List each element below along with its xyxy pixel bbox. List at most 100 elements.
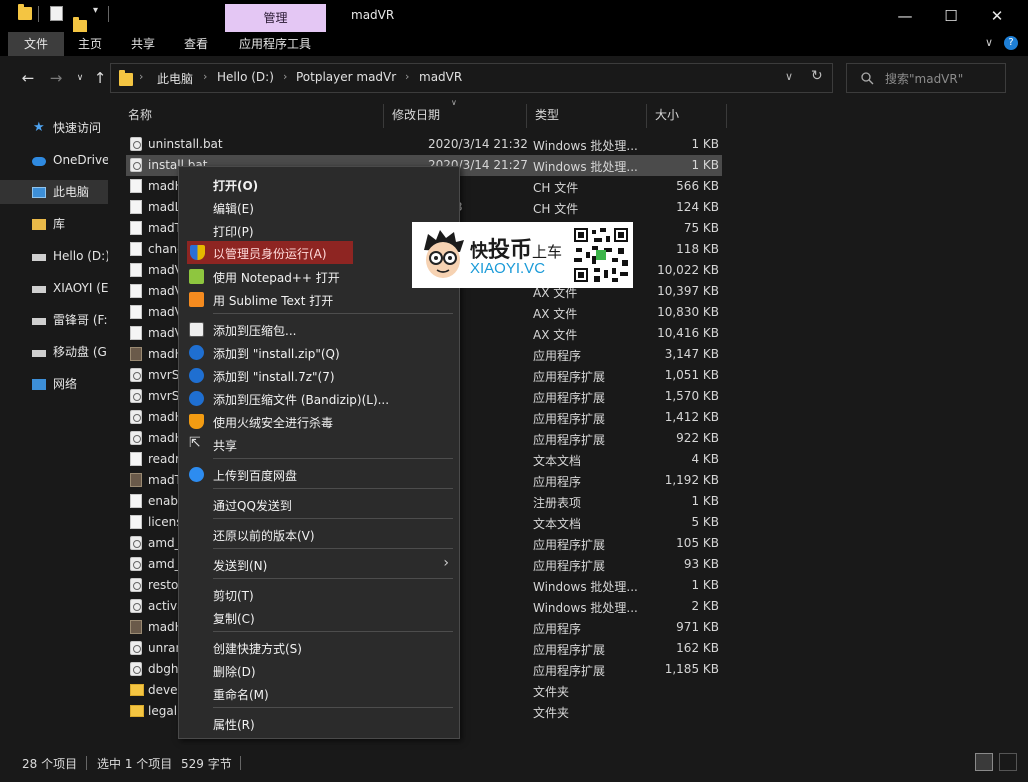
properties-icon[interactable]	[50, 6, 63, 21]
window-title: madVR	[351, 8, 395, 22]
menu-open[interactable]: 打开(O)	[179, 173, 459, 196]
nav-quick-access[interactable]: ★ 快速访问	[0, 116, 108, 140]
menu-add-bandizip[interactable]: 添加到压缩文件 (Bandizip)(L)...	[179, 387, 459, 410]
breadcrumb-drive-d[interactable]: Hello (D:)	[217, 70, 274, 84]
expand-ribbon-icon[interactable]: ∨	[985, 36, 993, 49]
chevron-right-icon: ›	[405, 70, 410, 83]
menu-label: 添加到压缩文件 (Bandizip)(L)...	[213, 393, 390, 407]
maximize-button[interactable]: ☐	[928, 0, 974, 32]
tab-file[interactable]: 文件	[8, 32, 64, 56]
menu-upload-baidu[interactable]: 上传到百度网盘	[179, 463, 459, 486]
tab-home[interactable]: 主页	[66, 32, 114, 56]
file-size: 10,397 KB	[657, 284, 719, 298]
nav-drive-f[interactable]: 雷锋哥 (F:	[0, 308, 108, 332]
details-view-icon[interactable]	[975, 753, 993, 771]
folder-icon[interactable]	[18, 4, 32, 20]
tab-view[interactable]: 查看	[172, 32, 220, 56]
nav-drive-g[interactable]: 移动盘 (G	[0, 340, 108, 364]
file-type: 应用程序扩展	[533, 412, 606, 426]
file-type: 文本文档	[533, 454, 582, 468]
minimize-button[interactable]: —	[882, 0, 928, 32]
refresh-icon[interactable]: ↻	[811, 68, 823, 84]
breadcrumb-this-pc[interactable]: 此电脑	[157, 70, 193, 87]
search-box[interactable]: 搜索"madVR"	[846, 63, 1006, 93]
menu-run-as-admin[interactable]: 以管理员身份运行(A)	[187, 241, 353, 264]
menu-label: 发送到(N)	[213, 559, 268, 573]
help-icon[interactable]: ?	[1004, 36, 1018, 50]
column-type[interactable]: 类型	[527, 104, 647, 128]
address-bar[interactable]: › 此电脑 › Hello (D:) › Potplayer madVr › m…	[110, 63, 833, 93]
file-size: 1,051 KB	[664, 368, 719, 382]
back-button[interactable]: ←	[18, 68, 38, 88]
menu-properties[interactable]: 属性(R)	[179, 712, 459, 735]
menu-open-sublime[interactable]: 用 Sublime Text 打开	[179, 288, 459, 311]
menu-separator	[213, 488, 453, 489]
menu-add-7z[interactable]: 添加到 "install.7z"(7)	[179, 364, 459, 387]
drive-icon	[32, 254, 46, 261]
tab-manage[interactable]: 管理	[225, 4, 326, 32]
tab-app-tools[interactable]: 应用程序工具	[226, 32, 324, 56]
file-type: CH 文件	[533, 181, 579, 195]
column-size[interactable]: 大小	[647, 104, 727, 128]
up-button[interactable]: ↑	[90, 68, 110, 88]
menu-separator	[213, 631, 453, 632]
menu-delete[interactable]: 删除(D)	[179, 659, 459, 682]
menu-send-qq[interactable]: 通过QQ发送到	[179, 493, 459, 516]
customize-quick-access-icon[interactable]: ▾	[93, 5, 98, 16]
nav-drive-d[interactable]: Hello (D:)	[0, 244, 108, 268]
application-icon	[130, 620, 142, 634]
menu-rename[interactable]: 重命名(M)	[179, 682, 459, 705]
nav-onedrive[interactable]: OneDrive	[0, 148, 108, 172]
nav-label: 库	[53, 217, 66, 231]
nav-label: 移动盘 (G	[53, 345, 107, 359]
nav-network[interactable]: 网络	[0, 372, 108, 396]
menu-share[interactable]: ⇱ 共享	[179, 433, 459, 456]
document-icon	[130, 326, 142, 340]
column-name[interactable]: 名称	[120, 104, 384, 128]
recent-locations-icon[interactable]: ∨	[70, 68, 90, 88]
file-type: 应用程序	[533, 349, 582, 363]
nav-drive-e[interactable]: XIAOYI (E	[0, 276, 108, 300]
file-type: Windows 批处理...	[533, 160, 638, 174]
file-size: 10,830 KB	[657, 305, 719, 319]
column-date[interactable]: 修改日期	[384, 104, 527, 128]
file-type: Windows 批处理...	[533, 139, 638, 153]
nav-libraries[interactable]: 库	[0, 212, 108, 236]
address-dropdown-icon[interactable]: ∨	[785, 70, 793, 83]
menu-copy[interactable]: 复制(C)	[179, 606, 459, 629]
menu-add-zip[interactable]: 添加到 "install.zip"(Q)	[179, 341, 459, 364]
file-size: 1,570 KB	[664, 389, 719, 403]
breadcrumb-madvr[interactable]: madVR	[419, 70, 462, 84]
file-size: 1,412 KB	[664, 410, 719, 424]
watermark-text: 上车	[532, 243, 563, 261]
breadcrumb-potplayer[interactable]: Potplayer madVr	[296, 70, 396, 84]
menu-label: 添加到 "install.7z"(7)	[213, 370, 335, 384]
tab-share[interactable]: 共享	[119, 32, 167, 56]
star-icon: ★	[33, 120, 45, 135]
menu-create-shortcut[interactable]: 创建快捷方式(S)	[179, 636, 459, 659]
navigation-bar: ← → ∨ ↑ › 此电脑 › Hello (D:) › Potplayer m…	[0, 56, 1028, 100]
menu-restore-versions[interactable]: 还原以前的版本(V)	[179, 523, 459, 546]
sort-arrow-icon: ∨	[451, 98, 457, 107]
nav-this-pc[interactable]: 此电脑	[0, 180, 108, 204]
menu-add-archive[interactable]: 添加到压缩包...	[179, 318, 459, 341]
large-icons-view-icon[interactable]	[999, 753, 1017, 771]
selection-size: 529 字节	[181, 757, 232, 771]
menu-scan-huorong[interactable]: 使用火绒安全进行杀毒	[179, 410, 459, 433]
menu-cut[interactable]: 剪切(T)	[179, 583, 459, 606]
menu-edit[interactable]: 编辑(E)	[179, 196, 459, 219]
nav-label: 快速访问	[53, 121, 102, 135]
file-row[interactable]: uninstall.bat 2020/3/14 21:32 Windows 批处理.…	[126, 134, 722, 155]
file-size: 1 KB	[691, 494, 719, 508]
search-placeholder: 搜索"madVR"	[885, 72, 964, 86]
file-settings-icon	[130, 137, 142, 151]
file-size: 1 KB	[691, 137, 719, 151]
file-settings-icon	[130, 410, 142, 424]
file-size: 124 KB	[676, 200, 719, 214]
file-size: 105 KB	[676, 536, 719, 550]
menu-label: 用 Sublime Text 打开	[213, 294, 334, 308]
forward-button[interactable]: →	[46, 68, 66, 88]
close-button[interactable]: ✕	[974, 0, 1020, 32]
bandizip-icon	[189, 368, 204, 383]
menu-send-to[interactable]: 发送到(N) ›	[179, 553, 459, 576]
